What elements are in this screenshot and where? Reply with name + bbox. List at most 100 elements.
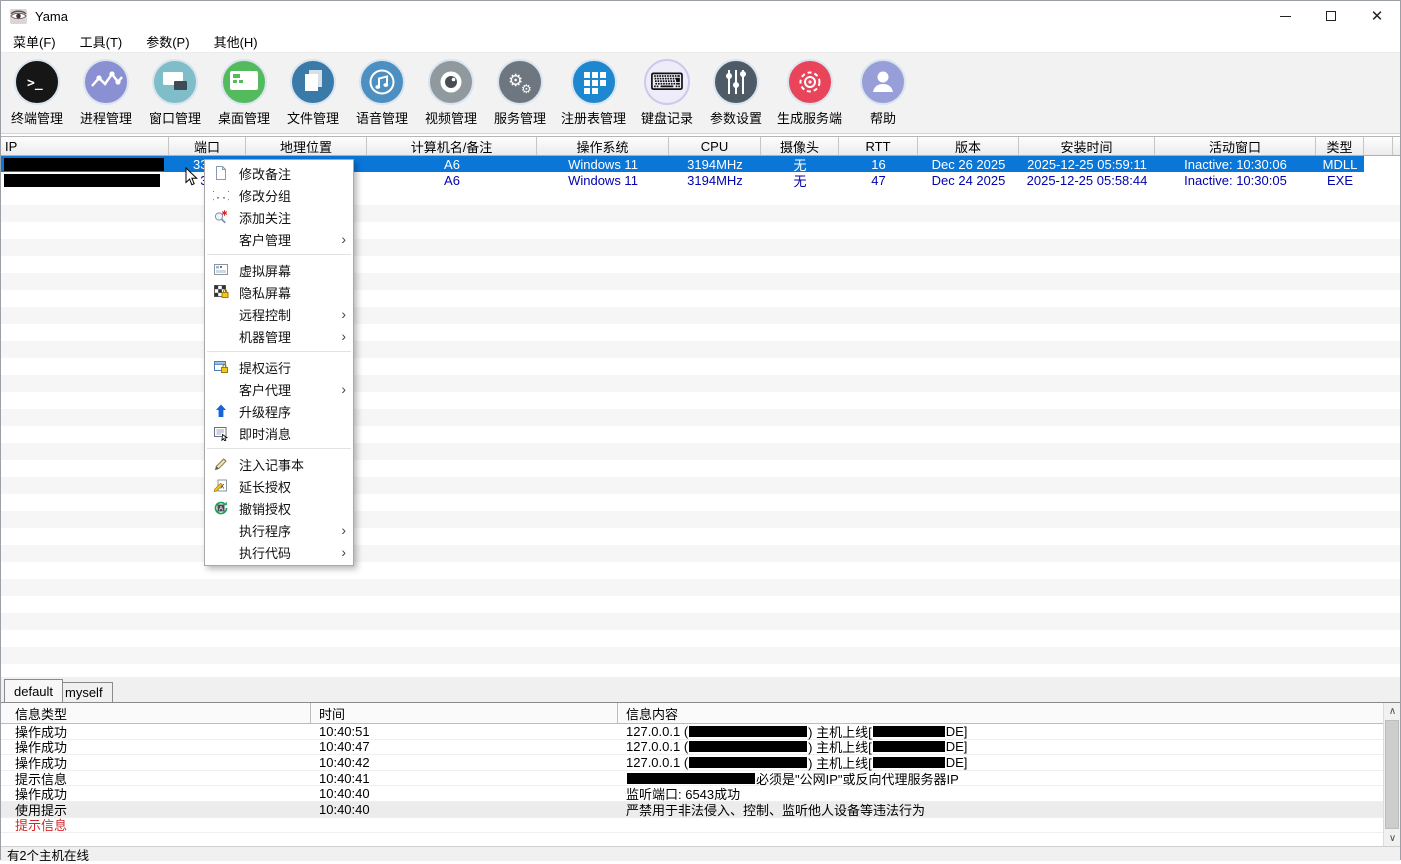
context-menu-item-execute-code[interactable]: 执行代码› (205, 541, 353, 563)
menu-params[interactable]: 参数(P) (136, 30, 199, 53)
log-header-content[interactable]: 信息内容 (618, 703, 1400, 723)
context-menu-item-extend-auth[interactable]: x延长授权 (205, 475, 353, 497)
log-cell-time: 10:40:40 (311, 786, 618, 801)
maximize-button[interactable] (1308, 1, 1354, 31)
toolbar-item-registry-manage[interactable]: 注册表管理 (561, 59, 626, 127)
host-column-header-install-time[interactable]: 安装时间 (1019, 137, 1155, 155)
log-scrollbar[interactable]: ∧ ∨ (1383, 703, 1400, 846)
toolbar-item-process-manage[interactable]: 进程管理 (78, 59, 134, 127)
scroll-down-icon[interactable]: ∨ (1384, 830, 1401, 846)
close-button[interactable]: ✕ (1354, 1, 1400, 31)
toolbar-item-settings[interactable]: 参数设置 (708, 59, 764, 127)
menu-separator (207, 448, 351, 449)
tab-myself[interactable]: myself (55, 682, 113, 702)
context-menu-item-upgrade-program[interactable]: 升级程序 (205, 400, 353, 422)
context-menu-item-privacy-screen[interactable]: 隐私屏幕 (205, 281, 353, 303)
context-menu-item-machine-manage[interactable]: 机器管理› (205, 325, 353, 347)
status-bar: 有2个主机在线 (1, 846, 1400, 861)
menu-main[interactable]: 菜单(F) (3, 30, 66, 53)
upgrade-icon (212, 403, 230, 419)
keyboard-icon: ⌨ (644, 59, 690, 105)
camera-lens-icon (428, 59, 474, 105)
host-cell-computer-name: A6 (367, 156, 537, 172)
host-column-header-type[interactable]: 类型 (1316, 137, 1364, 155)
host-column-header-port[interactable]: 端口 (169, 137, 246, 155)
toolbar-item-service-manage[interactable]: ⚙⚙服务管理 (492, 59, 548, 127)
log-table-body: 操作成功10:40:51127.0.0.1 () 主机上线[ DE]操作成功10… (1, 724, 1400, 833)
close-icon: ✕ (1371, 9, 1384, 24)
context-menu-label-client-manage: 客户管理 (239, 230, 341, 249)
context-menu-label-virtual-screen: 虚拟屏幕 (239, 261, 349, 280)
context-menu-item-edit-note[interactable]: 修改备注 (205, 162, 353, 184)
redacted-text (873, 741, 945, 752)
toolbar-item-terminal-manage[interactable]: >_ 终端管理 (9, 59, 65, 127)
submenu-arrow-icon: › (341, 522, 349, 538)
scroll-up-icon[interactable]: ∧ (1384, 703, 1401, 719)
minimize-button[interactable] (1262, 1, 1308, 31)
context-menu-item-inject-notepad[interactable]: 注入记事本 (205, 453, 353, 475)
host-column-header-camera[interactable]: 摄像头 (761, 137, 839, 155)
terminal-icon: >_ (14, 59, 60, 105)
host-column-header-rtt[interactable]: RTT (839, 137, 918, 155)
host-column-header-location[interactable]: 地理位置 (246, 137, 367, 155)
context-menu-item-revoke-auth[interactable]: A撤销授权 (205, 497, 353, 519)
host-column-header-computer-name[interactable]: 计算机名/备注 (367, 137, 537, 155)
host-cell-camera: 无 (761, 156, 839, 172)
instant-message-icon (212, 425, 230, 441)
context-menu-item-elevate-run[interactable]: 提权运行 (205, 356, 353, 378)
menu-other[interactable]: 其他(H) (204, 30, 268, 53)
toolbar-item-file-manage[interactable]: 文件管理 (285, 59, 341, 127)
host-cell-blank (1364, 156, 1393, 172)
elevate-run-icon (212, 359, 230, 375)
windows-icon (152, 59, 198, 105)
context-menu-item-instant-message[interactable]: 即时消息 (205, 422, 353, 444)
host-column-header-active-window[interactable]: 活动窗口 (1155, 137, 1316, 155)
host-column-header-ip[interactable]: IP (1, 137, 169, 155)
host-cell-ip (1, 156, 169, 172)
toolbar-label-service-manage: 服务管理 (494, 108, 546, 127)
inject-notepad-icon (212, 456, 230, 472)
log-header-time[interactable]: 时间 (311, 703, 618, 723)
context-menu-label-remote-control: 远程控制 (239, 305, 341, 324)
app-logo-eye-icon (10, 9, 27, 24)
context-menu-item-client-manage[interactable]: 客户管理› (205, 228, 353, 250)
log-row[interactable]: 提示信息 (1, 818, 1400, 834)
scrollbar-thumb[interactable] (1385, 720, 1399, 829)
log-cell-time: 10:40:41 (311, 771, 618, 786)
context-menu-item-edit-group[interactable]: {..}修改分组 (205, 184, 353, 206)
toolbar-label-process-manage: 进程管理 (80, 108, 132, 127)
context-menu-item-virtual-screen[interactable]: 虚拟屏幕 (205, 259, 353, 281)
toolbar-item-desktop-manage[interactable]: 桌面管理 (216, 59, 272, 127)
toolbar-item-keylogger[interactable]: ⌨键盘记录 (639, 59, 695, 127)
context-menu-item-execute-program[interactable]: 执行程序› (205, 519, 353, 541)
toolbar-item-window-manage[interactable]: 窗口管理 (147, 59, 203, 127)
log-cell-time: 10:40:47 (311, 739, 618, 754)
toolbar-label-terminal-manage: 终端管理 (11, 108, 63, 127)
menu-separator (207, 254, 351, 255)
toolbar-label-file-manage: 文件管理 (287, 108, 339, 127)
toolbar-item-audio-manage[interactable]: 语音管理 (354, 59, 410, 127)
virtual-screen-icon (212, 262, 230, 278)
host-cell-active-window: Inactive: 10:30:05 (1155, 172, 1316, 188)
context-menu-item-add-watch[interactable]: 添加关注 (205, 206, 353, 228)
process-graph-icon (83, 59, 129, 105)
context-menu-label-edit-note: 修改备注 (239, 164, 349, 183)
host-column-header-version[interactable]: 版本 (918, 137, 1019, 155)
context-menu-item-remote-control[interactable]: 远程控制› (205, 303, 353, 325)
log-cell-msg-type: 提示信息 (1, 815, 311, 834)
toolbar-item-build-server[interactable]: 生成服务端 (777, 59, 842, 127)
host-cell-active-window: Inactive: 10:30:06 (1155, 156, 1316, 172)
host-column-header-cpu[interactable]: CPU (669, 137, 761, 155)
toolbar-item-help[interactable]: 帮助 (855, 59, 911, 127)
host-column-header-os[interactable]: 操作系统 (537, 137, 669, 155)
host-cell-os: Windows 11 (537, 156, 669, 172)
context-menu-item-client-proxy[interactable]: 客户代理› (205, 378, 353, 400)
host-column-header-blank[interactable] (1364, 137, 1393, 155)
tab-default[interactable]: default (4, 679, 63, 702)
context-menu-label-inject-notepad: 注入记事本 (239, 455, 349, 474)
menu-tools[interactable]: 工具(T) (70, 30, 133, 53)
toolbar-item-video-manage[interactable]: 视频管理 (423, 59, 479, 127)
log-header-msg-type[interactable]: 信息类型 (1, 703, 311, 723)
host-cell-version: Dec 26 2025 (918, 156, 1019, 172)
context-menu-label-edit-group: 修改分组 (239, 186, 349, 205)
